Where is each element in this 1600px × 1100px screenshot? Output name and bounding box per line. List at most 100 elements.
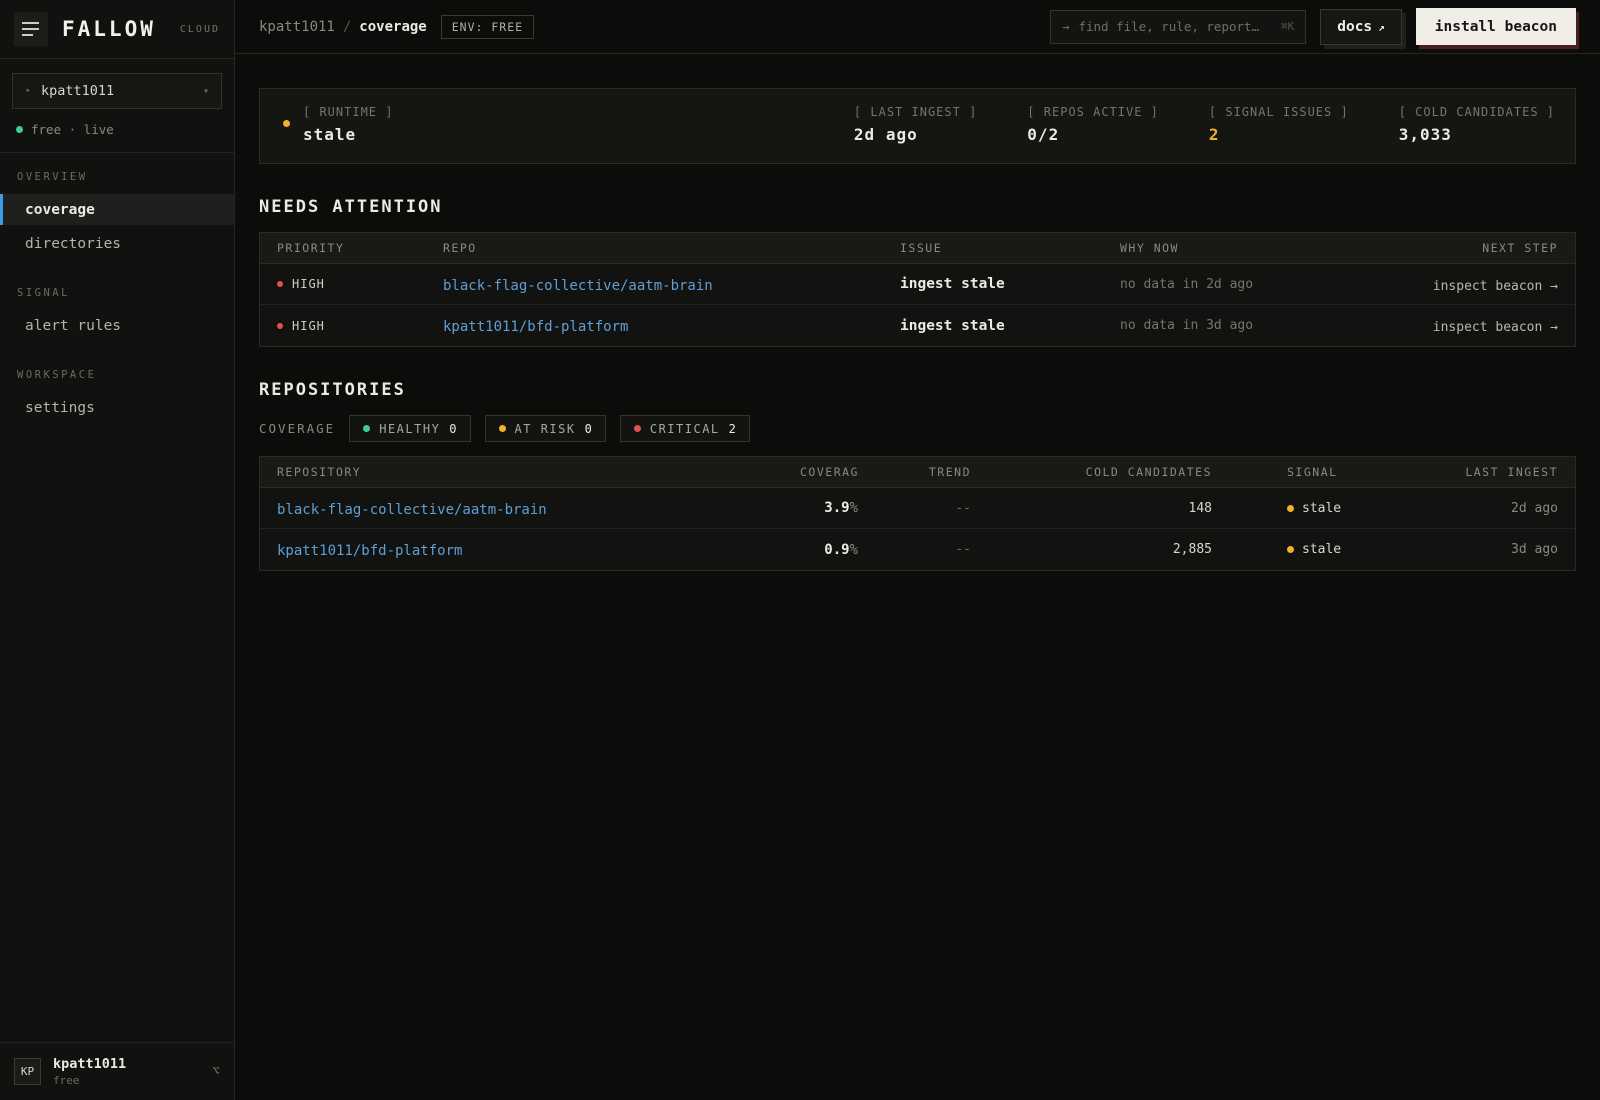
chip-label: AT RISK [514, 421, 576, 436]
coverage-value: 0.9% [824, 541, 858, 558]
repo-link[interactable]: black-flag-collective/aatm-brain [277, 502, 547, 518]
sidebar-item-settings[interactable]: settings [0, 392, 234, 423]
nav-section-overview: OVERVIEW coverage directories [0, 171, 234, 259]
table-row: HIGH black-flag-collective/aatm-brain in… [260, 264, 1575, 305]
column-header-priority: PRIORITY [277, 241, 345, 255]
issue-label: ingest stale [900, 276, 1005, 292]
column-header-next-step: NEXT STEP [1482, 241, 1558, 255]
sidebar-nav: OVERVIEW coverage directories SIGNAL ale… [0, 153, 234, 1042]
repo-link[interactable]: kpatt1011/bfd-platform [277, 543, 462, 559]
inspect-beacon-link[interactable]: inspect beacon → [1433, 320, 1558, 335]
column-header-why-now: WHY NOW [1120, 241, 1179, 255]
signal-label: stale [1302, 500, 1342, 516]
filter-chip-healthy[interactable]: HEALTHY 0 [349, 415, 471, 442]
cold-candidates-value: 148 [1188, 500, 1212, 516]
chip-count: 2 [728, 421, 736, 436]
nav-section-label: OVERVIEW [17, 171, 88, 183]
install-beacon-button[interactable]: install beacon [1415, 8, 1576, 45]
last-ingest-value: 2d ago [1511, 500, 1558, 516]
chevron-down-icon: ▾ [202, 85, 209, 97]
env-badge: ENV: FREE [440, 14, 535, 39]
percent-unit: % [849, 541, 858, 558]
runtime-status-panel: [ RUNTIME ] stale [ LAST INGEST ] 2d ago… [259, 88, 1576, 164]
cloud-label: CLOUD [179, 23, 220, 35]
coverage-value: 3.9% [824, 500, 858, 516]
avatar: KP [14, 1058, 41, 1085]
stale-dot-icon [1287, 504, 1294, 512]
column-header-trend: TREND [928, 465, 971, 479]
plan-status: free · live [0, 109, 234, 153]
filter-chip-at-risk[interactable]: AT RISK 0 [484, 415, 606, 442]
runtime-status-dot-icon [283, 120, 290, 127]
chip-label: CRITICAL [649, 421, 720, 436]
user-card[interactable]: KP kpatt1011 free ⌥ [0, 1042, 234, 1100]
table-header-row: PRIORITY REPO ISSUE WHY NOW NEXT STEP [260, 233, 1575, 264]
sidebar-item-label: coverage [25, 201, 95, 218]
sidebar-item-alert-rules[interactable]: alert rules [0, 310, 234, 341]
app-root: FALLOW CLOUD ‣ kpatt1011 ▾ free · live O… [0, 0, 1600, 1100]
status-value: 2 [1208, 125, 1220, 144]
table-row: black-flag-collective/aatm-brain 3.9% --… [260, 488, 1575, 529]
sidebar-item-label: alert rules [25, 317, 122, 334]
external-link-icon: ↗ [1378, 20, 1385, 34]
nav-section-label: WORKSPACE [17, 369, 97, 381]
app-logo: FALLOW [62, 17, 156, 41]
status-repos-active: [ REPOS ACTIVE ] 0/2 [1027, 105, 1159, 144]
breadcrumb-workspace[interactable]: kpatt1011 [259, 19, 335, 35]
signal-cell: stale [1212, 542, 1400, 557]
at-risk-dot-icon [498, 425, 506, 432]
last-ingest-value: 3d ago [1511, 542, 1558, 557]
workspace-selector[interactable]: ‣ kpatt1011 ▾ [12, 73, 222, 109]
column-header-signal: SIGNAL [1287, 465, 1338, 479]
option-key-icon[interactable]: ⌥ [212, 1064, 220, 1079]
live-status-dot-icon [16, 126, 23, 133]
sidebar-item-coverage[interactable]: coverage [0, 194, 234, 225]
status-value: stale [303, 125, 357, 144]
why-now-label: no data in 2d ago [1120, 276, 1254, 292]
status-label: [ LAST INGEST ] [853, 105, 978, 119]
status-last-ingest: [ LAST INGEST ] 2d ago [854, 105, 977, 144]
chip-label: HEALTHY [379, 421, 441, 436]
column-header-issue: ISSUE [900, 241, 943, 255]
user-meta: kpatt1011 free [53, 1056, 126, 1087]
nav-section-signal: SIGNAL alert rules [0, 287, 234, 341]
repo-link[interactable]: black-flag-collective/aatm-brain [443, 278, 713, 294]
status-runtime: [ RUNTIME ] stale [303, 105, 804, 144]
status-label: [ COLD CANDIDATES ] [1398, 105, 1555, 119]
why-now-label: no data in 3d ago [1120, 318, 1254, 333]
global-search[interactable]: → ⌘K [1050, 9, 1307, 44]
status-label: [ RUNTIME ] [303, 105, 394, 119]
table-header-row: REPOSITORY COVERAGE TREND COLD CANDIDATE… [260, 457, 1575, 488]
healthy-dot-icon [363, 425, 371, 432]
docs-button[interactable]: docs ↗ [1320, 8, 1402, 45]
column-header-coverage: COVERAGE [800, 465, 858, 479]
priority-label: HIGH [292, 318, 325, 333]
status-signal-issues: [ SIGNAL ISSUES ] 2 [1209, 105, 1349, 144]
column-header-last-ingest: LAST INGEST [1465, 465, 1558, 479]
search-shortcut-hint: ⌘K [1280, 20, 1295, 33]
workspace-selector-label: kpatt1011 [41, 83, 115, 99]
sidebar-header: FALLOW CLOUD [0, 0, 234, 59]
percent-unit: % [849, 500, 858, 516]
issue-label: ingest stale [900, 317, 1005, 334]
column-header-cold-candidates: COLD CANDIDATES [1085, 465, 1212, 479]
inspect-beacon-link[interactable]: inspect beacon → [1433, 279, 1558, 294]
trend-value: -- [955, 542, 971, 557]
sidebar-item-label: settings [25, 399, 95, 416]
priority-label: HIGH [292, 277, 325, 291]
user-plan: free [53, 1074, 80, 1087]
status-cold-candidates: [ COLD CANDIDATES ] 3,033 [1399, 105, 1555, 144]
sidebar-item-directories[interactable]: directories [0, 228, 234, 259]
sidebar-item-label: directories [25, 235, 122, 252]
priority-high-dot-icon [277, 322, 283, 329]
breadcrumb-separator: / [342, 18, 352, 35]
hamburger-menu-icon[interactable] [14, 12, 48, 46]
column-header-repo: REPO [443, 241, 477, 255]
repo-link[interactable]: kpatt1011/bfd-platform [443, 319, 628, 335]
plan-status-label: free · live [31, 122, 114, 137]
cold-candidates-value: 2,885 [1172, 542, 1212, 557]
main-area: kpatt1011 / coverage ENV: FREE → ⌘K docs… [235, 0, 1600, 1100]
search-input[interactable] [1078, 19, 1272, 34]
filter-chip-critical[interactable]: CRITICAL 2 [619, 415, 750, 442]
signal-label: stale [1302, 542, 1342, 557]
